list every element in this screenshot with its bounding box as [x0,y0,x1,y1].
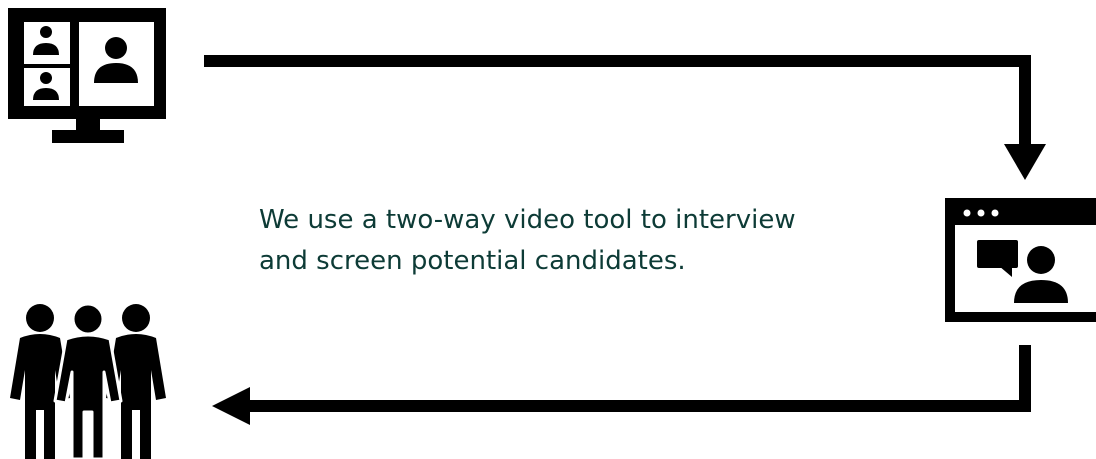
video-interview-window-icon [945,198,1096,322]
video-conference-monitor-icon [8,8,166,143]
person-figure-center [53,302,123,459]
caption-line-2: and screen potential candidates. [259,246,686,276]
caption-line-1: We use a two-way video tool to interview [259,205,796,235]
arrow-bottom-left [212,345,1031,425]
arrow-top-right [204,55,1046,180]
process-caption: We use a two-way video tool to interview… [259,200,879,282]
arrow-bottom-line [246,345,1031,412]
arrow-left-head [212,387,250,425]
people-group-icon [10,302,166,459]
window-dot-2 [977,209,985,217]
window-dot-3 [991,209,999,217]
monitor-neck [76,118,100,132]
window-dot-1 [963,209,971,217]
arrow-down-head [1004,144,1046,180]
arrow-top-line [204,55,1031,148]
monitor-base [52,130,124,143]
